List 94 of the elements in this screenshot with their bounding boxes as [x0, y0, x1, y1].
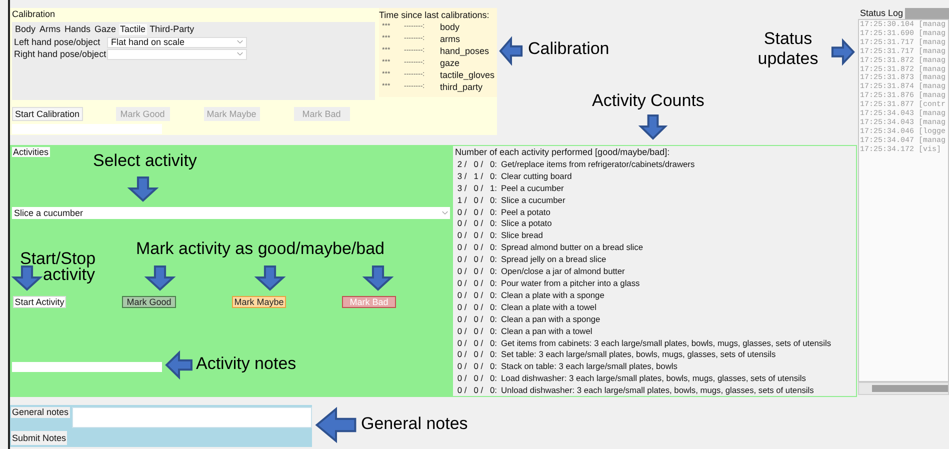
count-values: 0 / 0 / 0: [456, 373, 498, 386]
notes-field[interactable] [12, 362, 162, 372]
annotation-label: Start/Stop [20, 249, 96, 268]
button[interactable]: Submit Notes [11, 430, 68, 444]
count-values: 0 / 0 / 0: [456, 349, 498, 362]
count-values: 0 / 0 / 0: [456, 326, 498, 338]
activity-name: Clear cutting board [501, 170, 572, 183]
down-arrow [256, 266, 284, 290]
activity-name: Clean a pan with a sponge [501, 314, 600, 326]
activity-name: Clean a plate with a towel [501, 302, 596, 314]
calibration-name: arms [440, 33, 461, 45]
count-values: 0 / 0 / 0: [456, 361, 498, 374]
field-label: Right hand pose/object [14, 49, 107, 59]
input-field[interactable] [12, 124, 162, 134]
panel-title: Status Log [858, 8, 906, 19]
button[interactable]: Mark Good [122, 296, 176, 308]
calibration-name: gaze [440, 57, 461, 69]
count-values: 0 / 0 / 0: [456, 385, 498, 398]
count-values: 0 / 0 / 0: [456, 206, 498, 218]
tab[interactable]: Body [14, 24, 37, 35]
activity-name: Get/replace items from refrigerator/cabinets/drawers [501, 158, 695, 171]
button[interactable]: Mark Maybe [232, 296, 286, 308]
down-arrow [640, 115, 666, 139]
count-values: 3 / 0 / 1: [456, 182, 498, 195]
down-arrow [13, 266, 41, 290]
left-arrow [500, 38, 522, 64]
activity-name: Clean a plate with a sponge [501, 290, 604, 302]
calibration-name: body [440, 21, 461, 33]
count-values: 1 / 0 / 0: [456, 194, 498, 207]
button[interactable]: Start Activity [13, 296, 66, 308]
activity-dropdown[interactable]: Slice a cucumber [12, 207, 450, 219]
count-values: 0 / 0 / 0: [456, 302, 498, 314]
scrollbar[interactable] [858, 382, 949, 395]
annotation-label: Activity Counts [592, 91, 704, 111]
annotation-label: Calibration [528, 39, 610, 59]
activity-name: Slice a potato [501, 218, 552, 230]
button[interactable]: Start Calibration [12, 107, 83, 121]
tab[interactable]: Tactile [119, 24, 147, 35]
calibration-name: third_party [440, 81, 484, 93]
calibration-name: tactile_gloves [440, 69, 496, 81]
activity-name: Stack on table: 3 each large/small plates, bowls [501, 361, 678, 374]
panel-title: Activities [12, 147, 50, 157]
annotation-label: Mark activity as good/maybe/bad [136, 239, 385, 259]
activity-name: Spread jelly on a bread slice [501, 254, 606, 266]
counts-heading: Number of each activity performed [good/maybe/bad]: [455, 147, 671, 159]
activity-name: Load dishwasher: 3 each large/small plates, bowls, mugs, glasses, sets of utensils [501, 373, 806, 386]
chevron-icon [442, 211, 448, 215]
annotation-label: Activity notes [196, 354, 296, 374]
count-values: 0 / 0 / 0: [456, 290, 498, 302]
activity-name: Unload dishwasher: 3 each large/small plates, bowls, mugs, glasses, sets of utensils [501, 385, 814, 398]
activity-name: Open/close a jar of almond butter [501, 266, 625, 278]
activity-name: Clean a pan with a towel [501, 326, 592, 338]
activity-name: Pour water from a pitcher into a glass [501, 278, 640, 290]
tab[interactable]: Hands [64, 24, 92, 35]
notes-field[interactable] [72, 407, 312, 428]
chevron-icon [237, 52, 243, 56]
down-arrow [364, 266, 392, 290]
annotation-label: Select activity [93, 151, 197, 171]
count-values: 0 / 0 / 0: [456, 230, 498, 242]
annotation-label: Status updates [756, 29, 820, 69]
count-values: 0 / 0 / 0: [456, 254, 498, 266]
activity-name: Slice bread [501, 230, 543, 242]
tab[interactable]: Arms [38, 24, 62, 35]
calibration-name: hand_poses [440, 45, 490, 57]
activity-name: Peel a cucumber [501, 182, 564, 195]
activity-name: Spread almond butter on a bread slice [501, 242, 643, 254]
left-arrow [316, 408, 356, 442]
count-values: 0 / 0 / 0: [456, 338, 498, 350]
tab[interactable]: Third-Party [148, 24, 196, 35]
down-arrow [146, 266, 174, 290]
activity-name: Slice a cucumber [501, 194, 566, 207]
count-values: 0 / 0 / 0: [456, 314, 498, 326]
right-arrow [832, 40, 854, 64]
chevron-icon [237, 40, 243, 44]
left-arrow [166, 352, 192, 378]
tab[interactable]: Gaze [94, 24, 118, 35]
count-values: 0 / 0 / 0: [456, 266, 498, 278]
count-values: 2 / 0 / 0: [456, 158, 498, 171]
count-values: 0 / 0 / 0: [456, 242, 498, 254]
field-label: General notes [11, 407, 70, 418]
times-heading: Time since last calibrations: [379, 10, 490, 21]
activity-name: Get items from cabinets: 3 each large/small plates, bowls, mugs, glasses, sets of utensils [501, 338, 832, 350]
count-values: 0 / 0 / 0: [456, 218, 498, 230]
count-values: 0 / 0 / 0: [456, 278, 498, 290]
dropdown[interactable] [107, 48, 247, 60]
panel-title: Calibration [12, 8, 56, 20]
activity-name: Peel a potato [501, 206, 550, 218]
down-arrow [129, 177, 157, 201]
activity-name: Set table: 3 each large/small plates, bowls, mugs, glasses, sets of utensils [501, 349, 776, 362]
header-bar [905, 8, 949, 19]
dropdown[interactable]: Flat hand on scale [107, 36, 247, 48]
field-label: Left hand pose/object [14, 37, 102, 47]
count-values: 3 / 1 / 0: [456, 170, 498, 183]
annotation-label: General notes [361, 414, 468, 434]
